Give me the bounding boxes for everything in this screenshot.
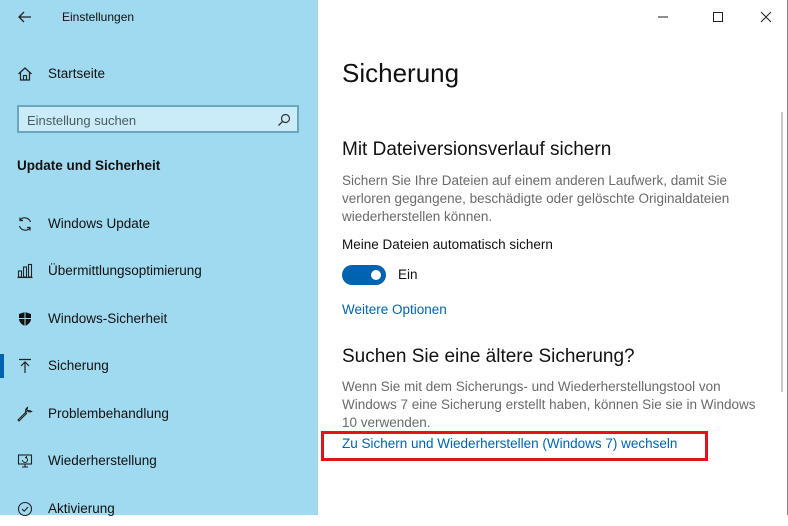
back-button[interactable] xyxy=(14,6,36,28)
sidebar-item-label: Wiederherstellung xyxy=(48,453,157,468)
sync-icon xyxy=(16,215,34,233)
sidebar-item-windows-update[interactable]: Windows Update xyxy=(0,207,318,241)
sidebar-item-label: Aktivierung xyxy=(48,501,115,516)
minimize-icon xyxy=(658,16,668,18)
sidebar-item-activation[interactable]: Aktivierung xyxy=(0,492,318,526)
app-title: Einstellungen xyxy=(62,10,135,24)
search-input[interactable] xyxy=(27,111,267,129)
recovery-icon xyxy=(16,452,34,470)
sidebar-item-troubleshoot[interactable]: Problembehandlung xyxy=(0,397,318,431)
minimize-button[interactable] xyxy=(648,2,678,32)
sidebar: Einstellungen Startseite Update und Sich… xyxy=(0,0,318,517)
sidebar-item-label: Übermittlungsoptimierung xyxy=(48,263,202,278)
more-options-link[interactable]: Weitere Optionen xyxy=(342,302,447,317)
toggle-state-label: Ein xyxy=(398,267,418,282)
file-history-heading: Mit Dateiversionsverlauf sichern xyxy=(342,139,612,160)
sidebar-item-windows-security[interactable]: Windows-Sicherheit xyxy=(0,302,318,336)
maximize-button[interactable] xyxy=(703,2,733,32)
close-button[interactable] xyxy=(751,2,781,32)
check-circle-icon xyxy=(16,500,34,518)
older-backup-description: Wenn Sie mit dem Sicherungs- und Wiederh… xyxy=(342,379,756,430)
older-backup-heading: Suchen Sie eine ältere Sicherung? xyxy=(342,346,635,367)
home-icon xyxy=(16,65,34,83)
maximize-icon xyxy=(713,12,723,22)
file-history-description: Sichern Sie Ihre Dateien auf einem ander… xyxy=(342,173,730,224)
search-icon[interactable] xyxy=(275,111,293,129)
back-arrow-icon xyxy=(18,11,31,23)
sidebar-item-label: Startseite xyxy=(48,66,106,81)
sidebar-section-heading: Update und Sicherheit xyxy=(17,158,161,173)
search-box[interactable] xyxy=(17,105,299,133)
sidebar-item-delivery-optimization[interactable]: Übermittlungsoptimierung xyxy=(0,254,318,288)
close-icon xyxy=(760,11,772,23)
page-title: Sicherung xyxy=(342,58,460,88)
shield-icon xyxy=(16,310,34,328)
sidebar-titlebar: Einstellungen xyxy=(0,0,318,34)
sidebar-item-label: Problembehandlung xyxy=(48,406,169,421)
highlight-annotation-box xyxy=(321,431,708,461)
backup-arrow-icon xyxy=(16,357,34,375)
toggle-knob xyxy=(371,270,381,280)
sidebar-item-label: Windows-Sicherheit xyxy=(48,311,168,326)
sidebar-item-home[interactable]: Startseite xyxy=(0,60,318,90)
sidebar-item-backup[interactable]: Sicherung xyxy=(0,349,318,383)
delivery-optimization-icon xyxy=(16,262,34,280)
sidebar-item-label: Windows Update xyxy=(48,216,151,231)
sidebar-item-recovery[interactable]: Wiederherstellung xyxy=(0,444,318,478)
scrollbar[interactable] xyxy=(781,112,783,392)
wrench-icon xyxy=(16,405,34,423)
sidebar-item-label: Sicherung xyxy=(48,358,109,373)
auto-backup-label: Meine Dateien automatisch sichern xyxy=(342,237,553,252)
auto-backup-toggle[interactable] xyxy=(342,265,386,285)
